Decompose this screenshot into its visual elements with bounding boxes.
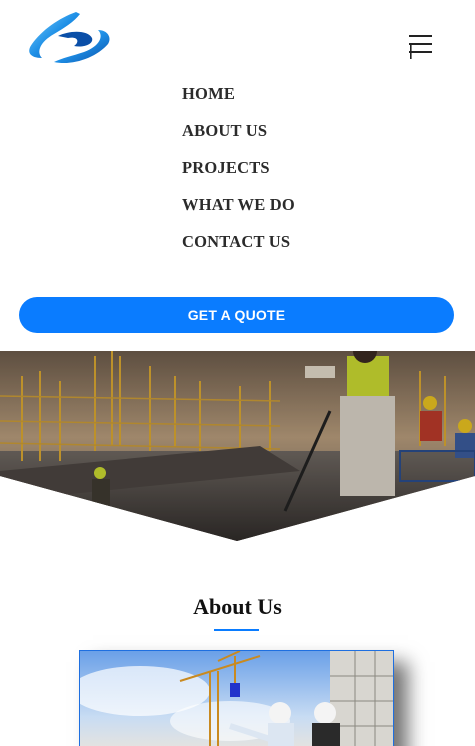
cranes-workers-image (80, 651, 393, 746)
nav-item-about-us[interactable]: ABOUT US (182, 121, 295, 158)
nav-item-contact-us[interactable]: CONTACT US (182, 232, 295, 269)
get-a-quote-button[interactable]: GET A QUOTE (19, 297, 454, 333)
hamburger-menu-icon[interactable] (409, 33, 433, 59)
main-nav: HOME ABOUT US PROJECTS WHAT WE DO CONTAC… (182, 84, 295, 269)
nav-item-what-we-do[interactable]: WHAT WE DO (182, 195, 295, 232)
about-us-image (79, 650, 394, 746)
company-logo[interactable] (14, 8, 114, 70)
nav-item-home[interactable]: HOME (182, 84, 295, 121)
nav-item-projects[interactable]: PROJECTS (182, 158, 295, 195)
about-us-heading: About Us (193, 594, 282, 619)
heading-underline (214, 629, 259, 631)
hero-construction-image (0, 351, 475, 541)
